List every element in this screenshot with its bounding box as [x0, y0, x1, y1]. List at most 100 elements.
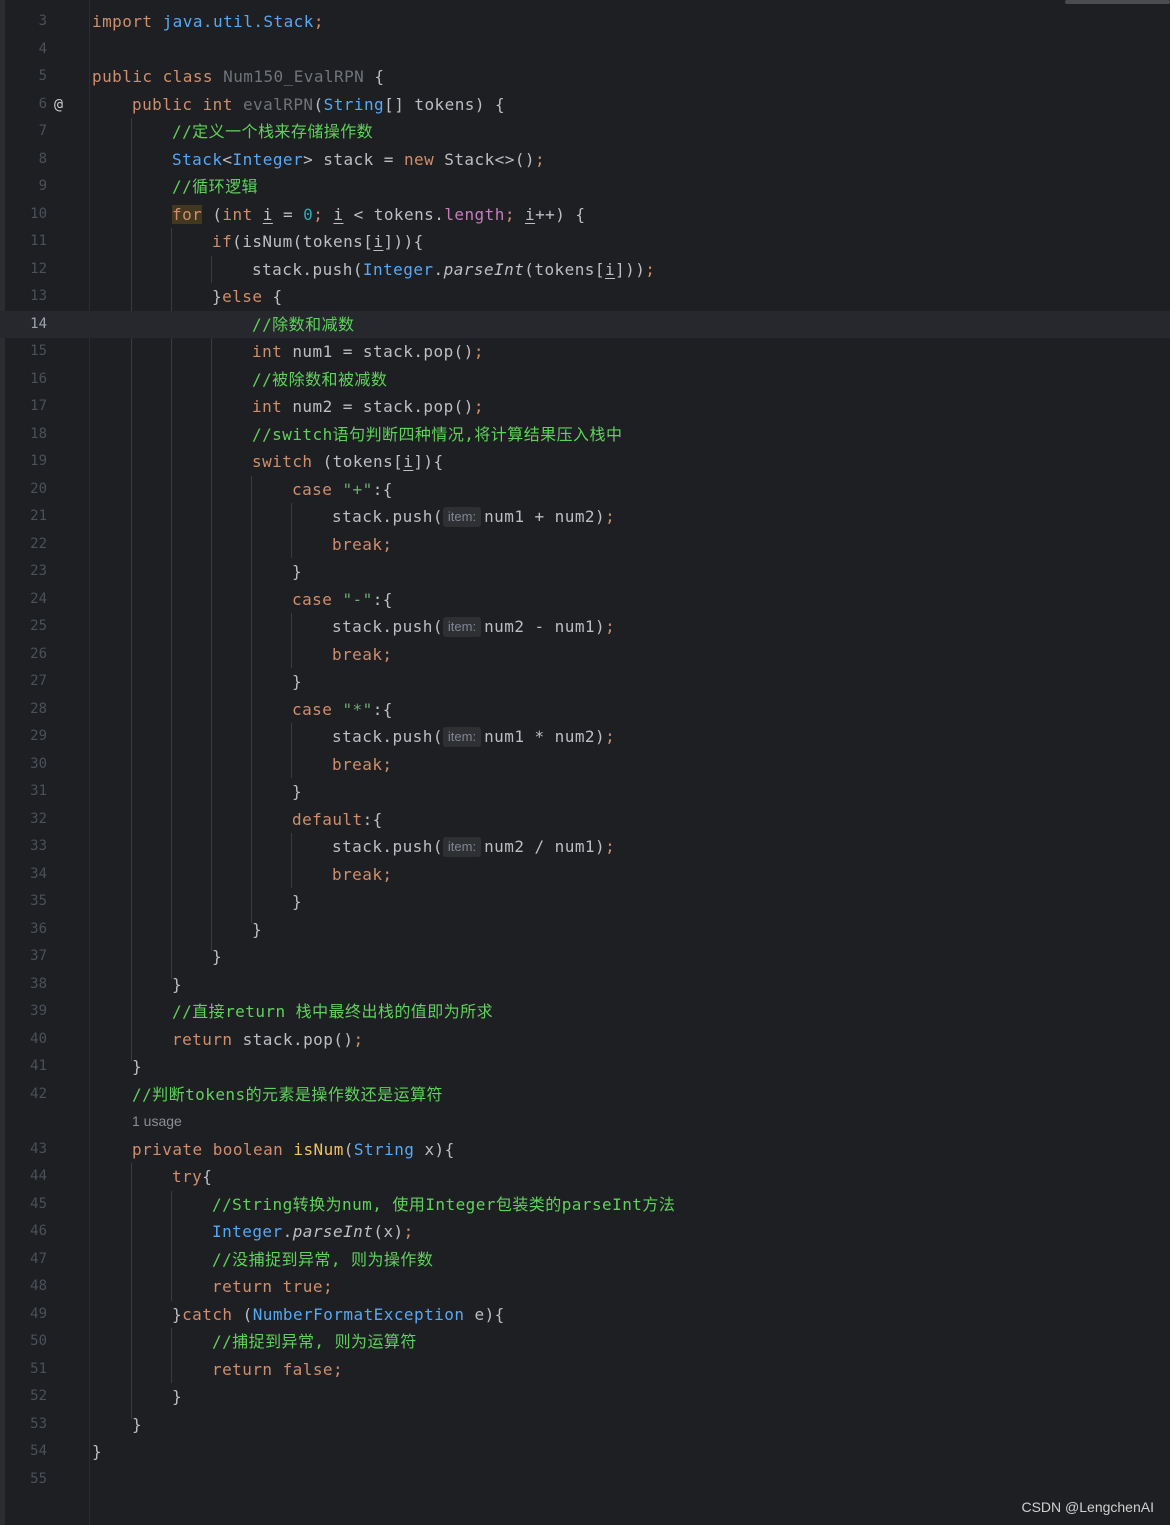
line-code[interactable]: }: [172, 1383, 182, 1411]
line-comment[interactable]: //没捕捉到异常, 则为操作数: [212, 1246, 433, 1274]
line-code[interactable]: stack.push(item: num2 / num1);: [332, 833, 615, 861]
usage-hint[interactable]: 1 usage: [132, 1108, 182, 1136]
line-comment[interactable]: //被除数和被减数: [252, 366, 387, 394]
code-line[interactable]: 38 }: [0, 971, 1170, 999]
line-comment[interactable]: //判断tokens的元素是操作数还是运算符: [132, 1081, 443, 1109]
line-code[interactable]: int num2 = stack.pop();: [252, 393, 484, 421]
code-line[interactable]: 18 //switch语句判断四种情况,将计算结果压入栈中: [0, 421, 1170, 449]
code-line[interactable]: 50 //捕捉到异常, 则为运算符: [0, 1328, 1170, 1356]
line-comment[interactable]: //String转换为num, 使用Integer包装类的parseInt方法: [212, 1191, 675, 1219]
line-code[interactable]: }: [132, 1411, 142, 1439]
line-code[interactable]: }: [172, 971, 182, 999]
code-line[interactable]: 21 stack.push(item: num1 + num2);: [0, 503, 1170, 531]
line-code[interactable]: for (int i = 0; i < tokens.length; i++) …: [172, 201, 586, 229]
code-line[interactable]: 31 }: [0, 778, 1170, 806]
line-code[interactable]: stack.push(item: num1 * num2);: [332, 723, 615, 751]
code-line[interactable]: 20 case "+":{: [0, 476, 1170, 504]
code-line[interactable]: 37 }: [0, 943, 1170, 971]
line-code[interactable]: if(isNum(tokens[i])){: [212, 228, 424, 256]
line-code[interactable]: break;: [332, 641, 393, 669]
code-line[interactable]: 42 //判断tokens的元素是操作数还是运算符: [0, 1081, 1170, 1109]
line-code[interactable]: try{: [172, 1163, 212, 1191]
line-code[interactable]: }: [252, 916, 262, 944]
code-line[interactable]: 13 }else {: [0, 283, 1170, 311]
code-line[interactable]: 53 }: [0, 1411, 1170, 1439]
line-code[interactable]: return true;: [212, 1273, 333, 1301]
line-code[interactable]: public class Num150_EvalRPN {: [92, 63, 384, 91]
code-line[interactable]: 41 }: [0, 1053, 1170, 1081]
code-line[interactable]: 16 //被除数和被减数: [0, 366, 1170, 394]
code-line[interactable]: 24 case "-":{: [0, 586, 1170, 614]
code-line[interactable]: 54 }: [0, 1438, 1170, 1466]
line-comment[interactable]: //循环逻辑: [172, 173, 258, 201]
line-code[interactable]: public int evalRPN(String[] tokens) {: [132, 91, 505, 119]
line-code[interactable]: stack.push(item: num2 - num1);: [332, 613, 615, 641]
code-line[interactable]: 48 return true;: [0, 1273, 1170, 1301]
line-code[interactable]: }: [292, 668, 302, 696]
code-line[interactable]: 44 try{: [0, 1163, 1170, 1191]
code-line[interactable]: 25 stack.push(item: num2 - num1);: [0, 613, 1170, 641]
code-line[interactable]: 17 int num2 = stack.pop();: [0, 393, 1170, 421]
code-line[interactable]: 4: [0, 36, 1170, 64]
horizontal-scrollbar-thumb[interactable]: [1065, 0, 1170, 4]
code-line[interactable]: 6 @ public int evalRPN(String[] tokens) …: [0, 91, 1170, 119]
code-line[interactable]: 11 if(isNum(tokens[i])){: [0, 228, 1170, 256]
code-line[interactable]: 23 }: [0, 558, 1170, 586]
code-line[interactable]: 47 //没捕捉到异常, 则为操作数: [0, 1246, 1170, 1274]
line-code[interactable]: break;: [332, 531, 393, 559]
line-comment[interactable]: //捕捉到异常, 则为运算符: [212, 1328, 417, 1356]
line-code[interactable]: }: [292, 558, 302, 586]
line-code[interactable]: }: [212, 943, 222, 971]
line-code[interactable]: break;: [332, 751, 393, 779]
line-code[interactable]: switch (tokens[i]){: [252, 448, 444, 476]
line-comment[interactable]: //switch语句判断四种情况,将计算结果压入栈中: [252, 421, 622, 449]
line-code[interactable]: }: [292, 778, 302, 806]
line-code[interactable]: return false;: [212, 1356, 343, 1384]
line-code[interactable]: Stack<Integer> stack = new Stack<>();: [172, 146, 545, 174]
code-line[interactable]: 36 }: [0, 916, 1170, 944]
line-code[interactable]: }else {: [212, 283, 283, 311]
line-code[interactable]: private boolean isNum(String x){: [132, 1136, 455, 1164]
line-code[interactable]: case "-":{: [292, 586, 393, 614]
code-line[interactable]: 10 for (int i = 0; i < tokens.length; i+…: [0, 201, 1170, 229]
code-line[interactable]: 19 switch (tokens[i]){: [0, 448, 1170, 476]
code-line[interactable]: 22 break;: [0, 531, 1170, 559]
line-code[interactable]: default:{: [292, 806, 383, 834]
line-code[interactable]: break;: [332, 861, 393, 889]
code-line[interactable]: 27 }: [0, 668, 1170, 696]
line-comment[interactable]: //定义一个栈来存储操作数: [172, 118, 373, 146]
line-comment[interactable]: //除数和减数: [252, 311, 354, 339]
code-line[interactable]: 49 }catch (NumberFormatException e){: [0, 1301, 1170, 1329]
line-code[interactable]: stack.push(item: num1 + num2);: [332, 503, 615, 531]
line-code[interactable]: return stack.pop();: [172, 1026, 364, 1054]
code-line[interactable]: 15 int num1 = stack.pop();: [0, 338, 1170, 366]
line-code[interactable]: Integer.parseInt(x);: [212, 1218, 414, 1246]
code-line[interactable]: 32 default:{: [0, 806, 1170, 834]
code-line[interactable]: 29 stack.push(item: num1 * num2);: [0, 723, 1170, 751]
code-line[interactable]: 7 //定义一个栈来存储操作数: [0, 118, 1170, 146]
code-line[interactable]: 8 Stack<Integer> stack = new Stack<>();: [0, 146, 1170, 174]
line-code[interactable]: stack.push(Integer.parseInt(tokens[i]));: [252, 256, 655, 284]
code-line[interactable]: 45 //String转换为num, 使用Integer包装类的parseInt…: [0, 1191, 1170, 1219]
code-line[interactable]: 12 stack.push(Integer.parseInt(tokens[i]…: [0, 256, 1170, 284]
code-line[interactable]: 5 public class Num150_EvalRPN {: [0, 63, 1170, 91]
line-code[interactable]: }: [132, 1053, 142, 1081]
code-editor[interactable]: 3 import java.util.Stack; 4 5 public cla…: [0, 0, 1170, 1525]
code-line[interactable]: 51 return false;: [0, 1356, 1170, 1384]
line-code[interactable]: }catch (NumberFormatException e){: [172, 1301, 505, 1329]
code-line[interactable]: 3 import java.util.Stack;: [0, 8, 1170, 36]
code-line[interactable]: 43 private boolean isNum(String x){: [0, 1136, 1170, 1164]
line-code[interactable]: int num1 = stack.pop();: [252, 338, 484, 366]
override-marker-icon[interactable]: @: [54, 91, 63, 119]
line-code[interactable]: }: [92, 1438, 102, 1466]
code-line[interactable]: 39 //直接return 栈中最终出栈的值即为所求: [0, 998, 1170, 1026]
code-line[interactable]: 35 }: [0, 888, 1170, 916]
code-line[interactable]: 40 return stack.pop();: [0, 1026, 1170, 1054]
code-line-current[interactable]: 14 //除数和减数: [0, 310, 1170, 339]
line-comment[interactable]: //直接return 栈中最终出栈的值即为所求: [172, 998, 493, 1026]
code-line[interactable]: 55: [0, 1466, 1170, 1494]
code-line[interactable]: 34 break;: [0, 861, 1170, 889]
line-code[interactable]: import java.util.Stack;: [92, 8, 324, 36]
line-code[interactable]: case "+":{: [292, 476, 393, 504]
line-code[interactable]: }: [292, 888, 302, 916]
